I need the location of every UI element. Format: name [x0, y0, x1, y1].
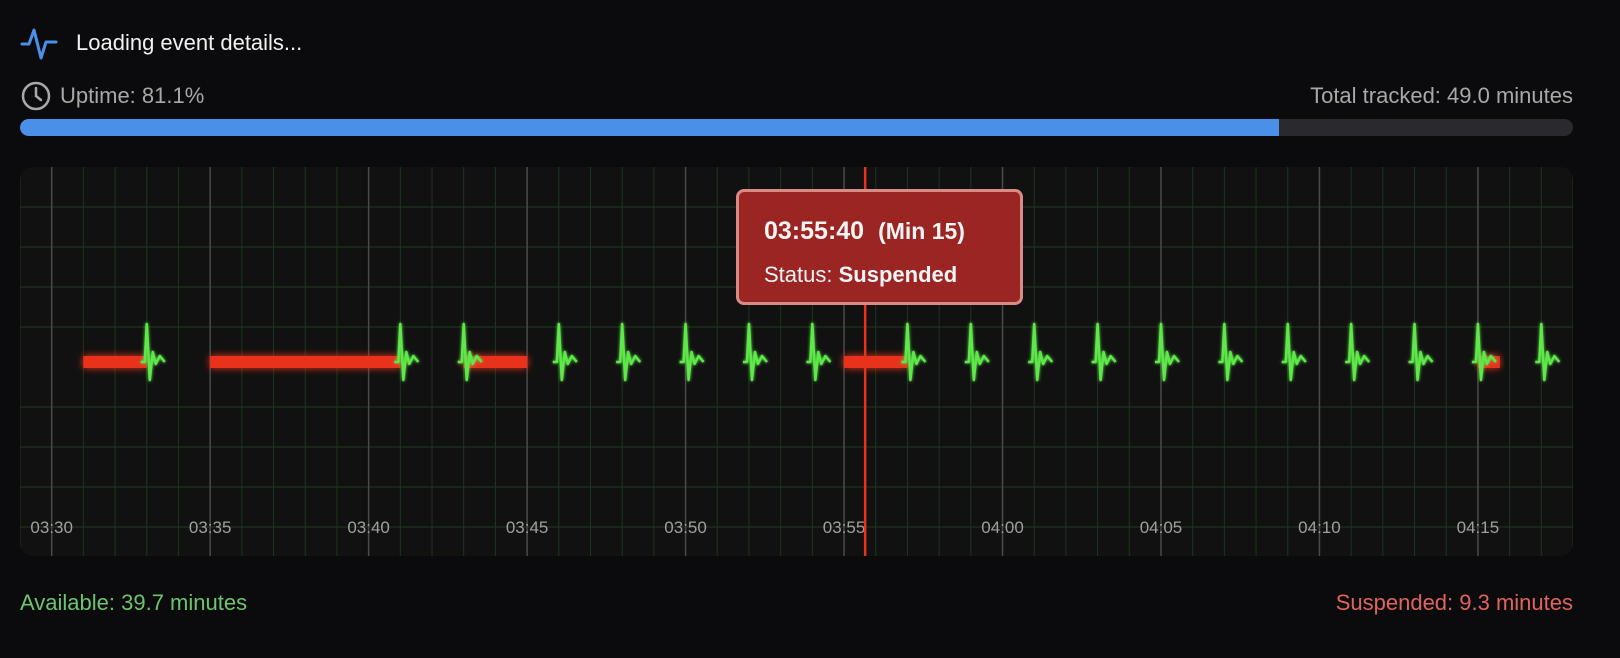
- available-pulse: [552, 322, 578, 382]
- uptime-progress-fill: [20, 119, 1280, 136]
- available-pulse: [1471, 322, 1497, 382]
- available-pulse: [1028, 322, 1054, 382]
- available-pulse: [901, 322, 927, 382]
- suspended-segment: [210, 356, 401, 368]
- activity-icon: [20, 28, 58, 60]
- x-tick-label: 04:00: [981, 518, 1024, 537]
- page-title: Loading event details...: [76, 30, 303, 55]
- tooltip-status-value: Suspended: [838, 262, 958, 287]
- total-tracked-label: Total tracked: 49.0 minutes: [1310, 83, 1573, 108]
- available-total: Available: 39.7 minutes: [20, 590, 248, 615]
- clock-icon: [21, 81, 51, 111]
- available-pulse: [140, 322, 166, 382]
- tooltip-time: 03:55:40: [764, 217, 865, 245]
- x-tick-label: 03:50: [664, 518, 707, 537]
- available-pulse: [964, 322, 990, 382]
- uptime-row: Uptime: 81.1% Total tracked: 49.0 minute…: [20, 80, 1573, 112]
- available-pulse: [1408, 322, 1434, 382]
- uptime-progress-bar: [20, 119, 1573, 136]
- hover-tooltip: 03:55:40 (Min 15) Status: Suspended: [736, 189, 1023, 305]
- available-pulse: [1535, 322, 1561, 382]
- x-tick-label: 03:30: [30, 518, 73, 537]
- available-pulse: [1281, 322, 1307, 382]
- uptime-label: Uptime: 81.1%: [60, 83, 205, 108]
- available-pulse: [679, 322, 705, 382]
- available-pulse: [1091, 322, 1117, 382]
- available-pulse: [1345, 322, 1371, 382]
- x-tick-label: 04:15: [1457, 518, 1500, 537]
- x-tick-label: 04:05: [1140, 518, 1183, 537]
- available-pulse: [394, 322, 420, 382]
- x-tick-label: 03:45: [506, 518, 549, 537]
- tooltip-status-label: Status:: [764, 262, 833, 287]
- x-tick-label: 03:40: [347, 518, 390, 537]
- available-pulse: [742, 322, 768, 382]
- available-pulse: [616, 322, 642, 382]
- x-tick-label: 03:35: [189, 518, 232, 537]
- header: Loading event details...: [20, 24, 302, 62]
- available-pulse: [806, 322, 832, 382]
- available-pulse: [1154, 322, 1180, 382]
- suspended-segment: [83, 356, 147, 368]
- x-tick-label: 04:10: [1298, 518, 1341, 537]
- available-pulse: [1218, 322, 1244, 382]
- available-pulse: [457, 322, 483, 382]
- x-tick-label: 03:55: [823, 518, 866, 537]
- tooltip-minute: (Min 15): [878, 218, 965, 244]
- suspended-segment: [844, 356, 908, 368]
- suspended-total: Suspended: 9.3 minutes: [1335, 590, 1573, 615]
